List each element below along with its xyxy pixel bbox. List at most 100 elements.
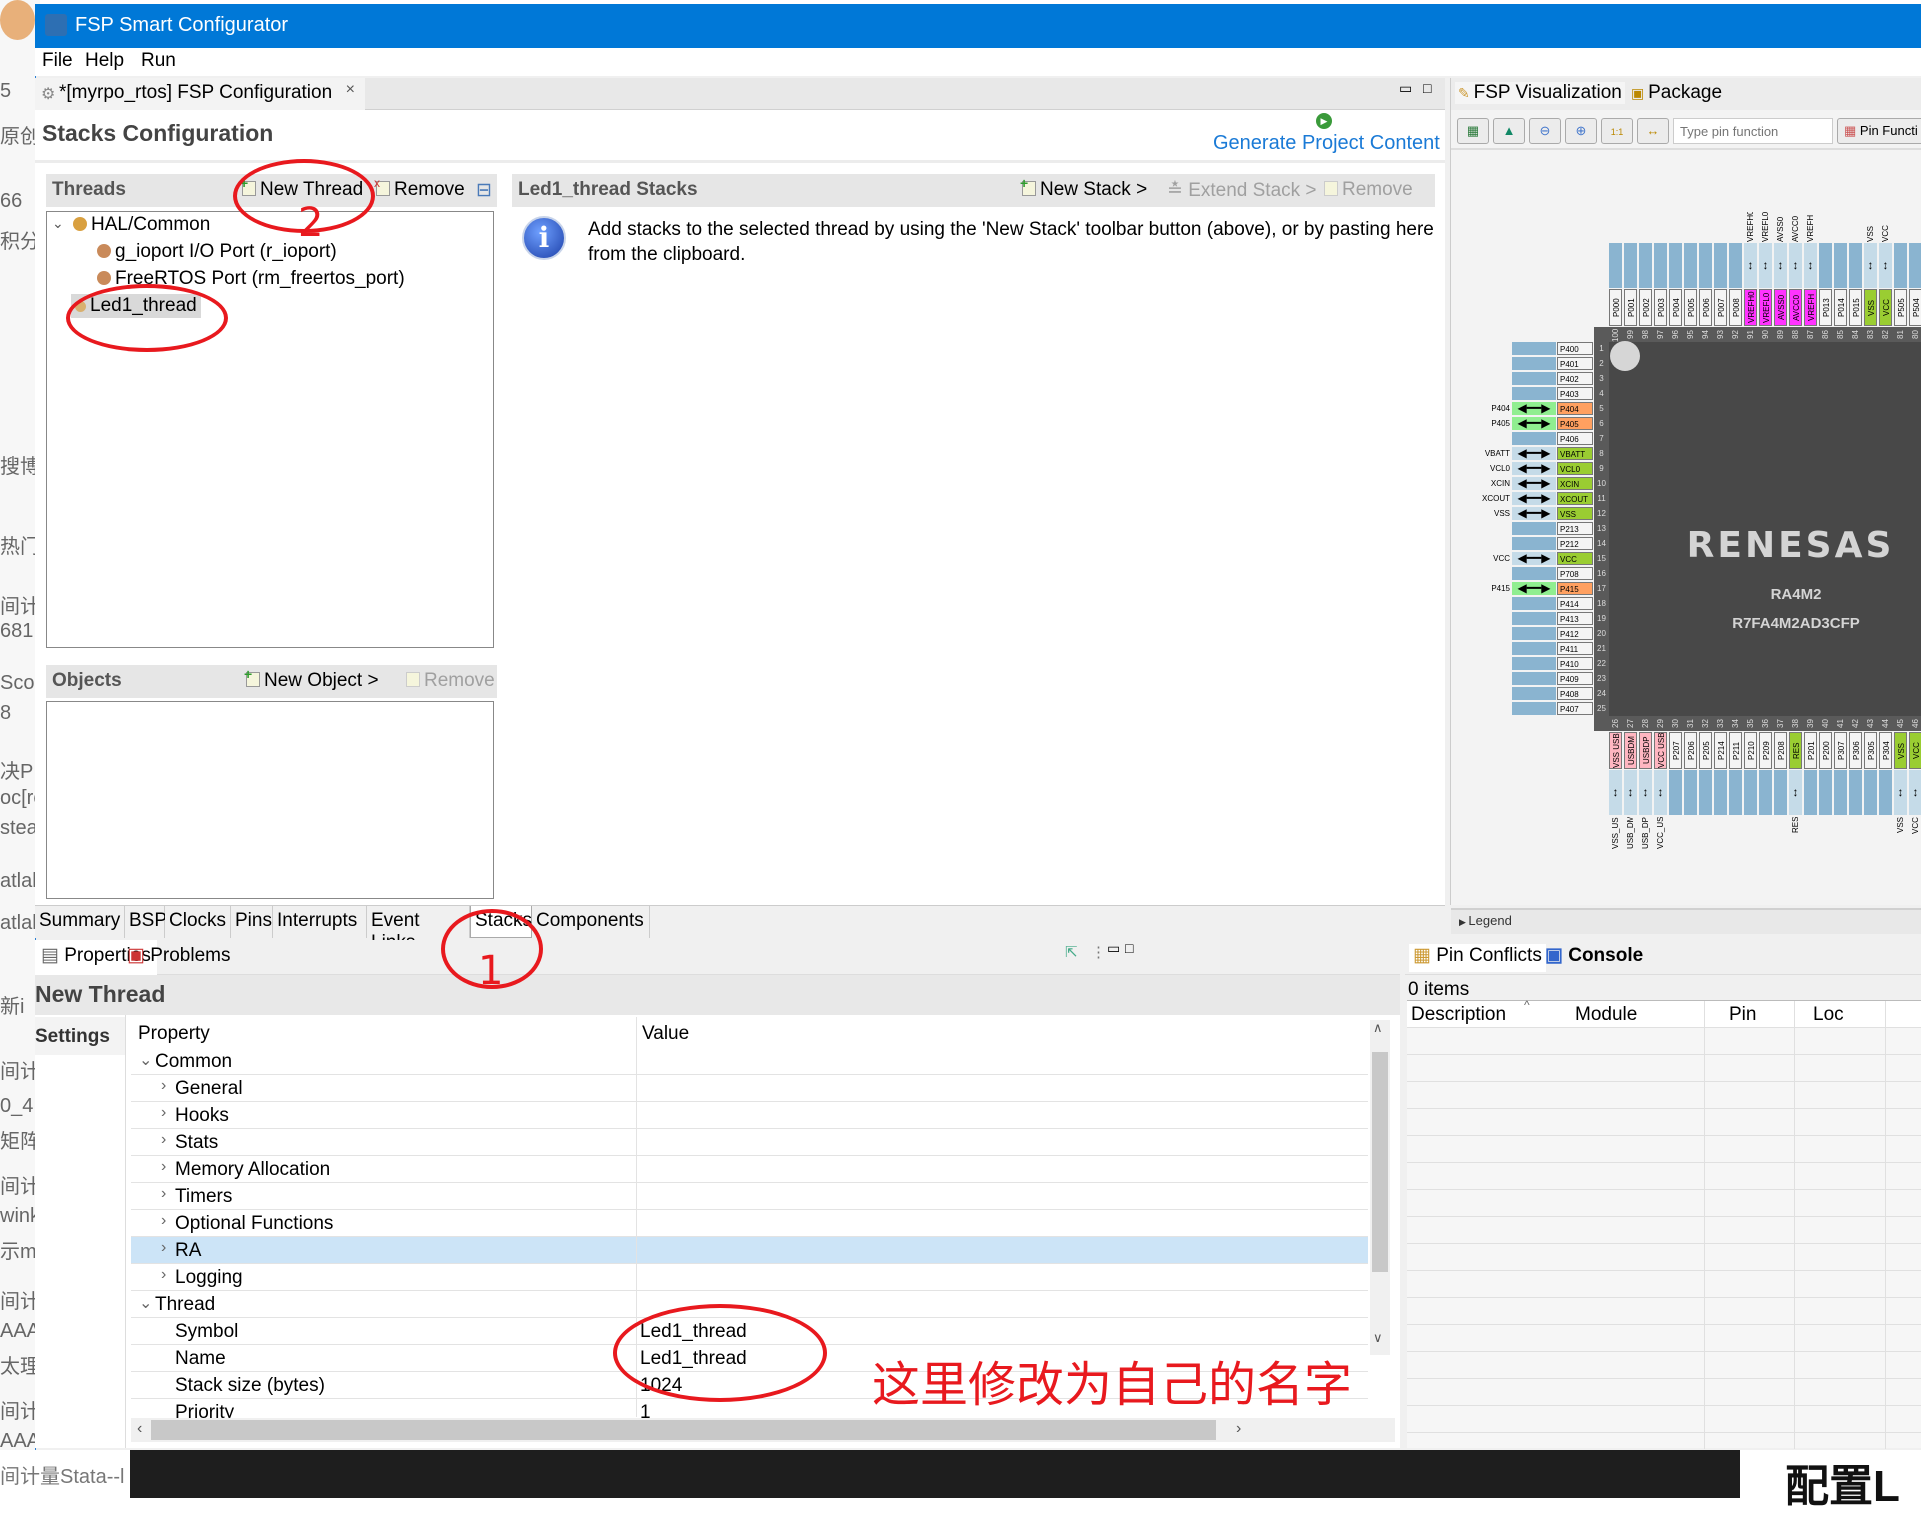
pin-7[interactable]: P406 <box>1557 432 1593 445</box>
pin-connector-arrow-icon[interactable]: ↕ <box>1774 243 1787 288</box>
fit-width-button[interactable]: ↔ <box>1637 118 1669 144</box>
chevron-right-icon[interactable]: › <box>161 1131 166 1149</box>
pin-86[interactable]: P013 <box>1819 289 1832 326</box>
pin-36[interactable]: P209 <box>1759 732 1772 769</box>
tab-pin-conflicts[interactable]: ▦ Pin Conflicts <box>1409 944 1546 972</box>
pin-37[interactable]: P208 <box>1774 732 1787 769</box>
pin-8[interactable]: VBATT <box>1557 447 1593 460</box>
pin-connector-arrow-icon[interactable]: ↕ <box>1654 770 1667 815</box>
pin-connector-arrow-icon[interactable]: ↕ <box>1804 243 1817 288</box>
pin-45[interactable]: VSS <box>1894 732 1907 769</box>
pin-connector[interactable] <box>1512 672 1556 685</box>
pin-24[interactable]: P408 <box>1557 687 1593 700</box>
pin-30[interactable]: P207 <box>1669 732 1682 769</box>
pin-38[interactable]: RES <box>1789 732 1802 769</box>
pin-connector[interactable] <box>1512 522 1556 535</box>
pin-42[interactable]: P306 <box>1849 732 1862 769</box>
pin-18[interactable]: P414 <box>1557 597 1593 610</box>
chevron-right-icon[interactable]: › <box>161 1212 166 1230</box>
pin-connector[interactable] <box>1834 770 1847 815</box>
pin-connector[interactable] <box>1714 770 1727 815</box>
column-description[interactable]: Description <box>1411 1004 1506 1026</box>
pin-connector-arrow-icon[interactable]: ◀━━▶ <box>1512 507 1556 520</box>
pin-connector-arrow-icon[interactable]: ◀━━▶ <box>1512 447 1556 460</box>
pin-connector[interactable] <box>1512 357 1556 370</box>
pin-connector[interactable] <box>1834 243 1847 288</box>
pin-5[interactable]: P404 <box>1557 402 1593 415</box>
scroll-left-icon[interactable]: ‹ <box>131 1420 142 1438</box>
pin-connector[interactable] <box>1729 243 1742 288</box>
pin-26[interactable]: VSS USB <box>1609 732 1622 769</box>
pin-connector[interactable] <box>1654 243 1667 288</box>
pin-functions-button[interactable]: ▦ Pin Functi <box>1837 118 1921 144</box>
pin-connector[interactable] <box>1819 243 1832 288</box>
table-row[interactable]: ⌄ Common <box>131 1048 1368 1075</box>
chevron-down-icon[interactable]: ⌄ <box>139 1050 152 1070</box>
pin-83[interactable]: VSS <box>1864 289 1877 326</box>
pin-connector-arrow-icon[interactable]: ◀━━▶ <box>1512 582 1556 595</box>
pin-33[interactable]: P214 <box>1714 732 1727 769</box>
pin-connector[interactable] <box>1729 770 1742 815</box>
pin-connector[interactable] <box>1512 642 1556 655</box>
table-row[interactable]: › Timers <box>131 1183 1368 1210</box>
pin-87[interactable]: VREFH <box>1804 289 1817 326</box>
pin-92[interactable]: P008 <box>1729 289 1742 326</box>
pin-connector-arrow-icon[interactable]: ◀━━▶ <box>1512 402 1556 415</box>
pin-connector[interactable] <box>1512 612 1556 625</box>
pin-85[interactable]: P014 <box>1834 289 1847 326</box>
pin-connector-arrow-icon[interactable]: ↕ <box>1789 243 1802 288</box>
pin-94[interactable]: P006 <box>1699 289 1712 326</box>
pin-connector-arrow-icon[interactable]: ↕ <box>1864 243 1877 288</box>
pin-connector[interactable] <box>1512 387 1556 400</box>
pin-connector-arrow-icon[interactable]: ◀━━▶ <box>1512 552 1556 565</box>
pin-11[interactable]: XCOUT <box>1557 492 1593 505</box>
pin-13[interactable]: P213 <box>1557 522 1593 535</box>
pin-93[interactable]: P007 <box>1714 289 1727 326</box>
pin-3[interactable]: P402 <box>1557 372 1593 385</box>
pin-connector[interactable] <box>1699 770 1712 815</box>
table-row[interactable]: › Memory Allocation <box>131 1156 1368 1183</box>
property-value[interactable]: 1 <box>640 1402 651 1418</box>
pin-19[interactable]: P413 <box>1557 612 1593 625</box>
pin-17[interactable]: P415 <box>1557 582 1593 595</box>
actual-size-button[interactable]: 1:1 <box>1601 118 1633 144</box>
zoom-in-button[interactable]: ⊕ <box>1565 118 1597 144</box>
pin-connector[interactable] <box>1894 243 1907 288</box>
pin-connector[interactable] <box>1669 770 1682 815</box>
tab-package[interactable]: ▣ Package <box>1631 82 1722 104</box>
column-location[interactable]: Loc <box>1813 1004 1844 1026</box>
pin-81[interactable]: P505 <box>1894 289 1907 326</box>
pin-82[interactable]: VCC <box>1879 289 1892 326</box>
pin-connector[interactable] <box>1512 657 1556 670</box>
column-pin[interactable]: Pin <box>1729 1004 1756 1026</box>
pin-connector[interactable] <box>1512 627 1556 640</box>
pin-1[interactable]: P400 <box>1557 342 1593 355</box>
scrollbar-thumb[interactable] <box>151 1420 1216 1440</box>
scroll-right-icon[interactable]: › <box>1236 1420 1241 1438</box>
pin-connector-arrow-icon[interactable]: ↕ <box>1879 243 1892 288</box>
pin-connector-arrow-icon[interactable]: ◀━━▶ <box>1512 417 1556 430</box>
table-row[interactable]: › Stats <box>131 1129 1368 1156</box>
chevron-right-icon[interactable]: › <box>161 1185 166 1203</box>
pin-22[interactable]: P410 <box>1557 657 1593 670</box>
chevron-right-icon[interactable]: › <box>161 1077 166 1095</box>
pin-28[interactable]: USBDP <box>1639 732 1652 769</box>
pin-connector-arrow-icon[interactable]: ↕ <box>1609 770 1622 815</box>
pin-100[interactable]: P000 <box>1609 289 1622 326</box>
pin-connector[interactable] <box>1512 342 1556 355</box>
pin-80[interactable]: P504 <box>1909 289 1921 326</box>
pin-89[interactable]: AVSS0 <box>1774 289 1787 326</box>
pin-connector[interactable] <box>1804 770 1817 815</box>
pin-connector[interactable] <box>1512 702 1556 715</box>
pin-connector[interactable] <box>1774 770 1787 815</box>
legend-toggle[interactable]: ▶ Legend <box>1451 908 1921 934</box>
pin-connector[interactable] <box>1609 243 1622 288</box>
pin-connector-arrow-icon[interactable]: ◀━━▶ <box>1512 492 1556 505</box>
pin-connector[interactable] <box>1639 243 1652 288</box>
pin-31[interactable]: P206 <box>1684 732 1697 769</box>
tab-console[interactable]: ▣ Console <box>1545 944 1643 967</box>
table-row[interactable]: › RA <box>131 1237 1368 1264</box>
pin-4[interactable]: P403 <box>1557 387 1593 400</box>
pin-43[interactable]: P305 <box>1864 732 1877 769</box>
pin-27[interactable]: USBDM <box>1624 732 1637 769</box>
